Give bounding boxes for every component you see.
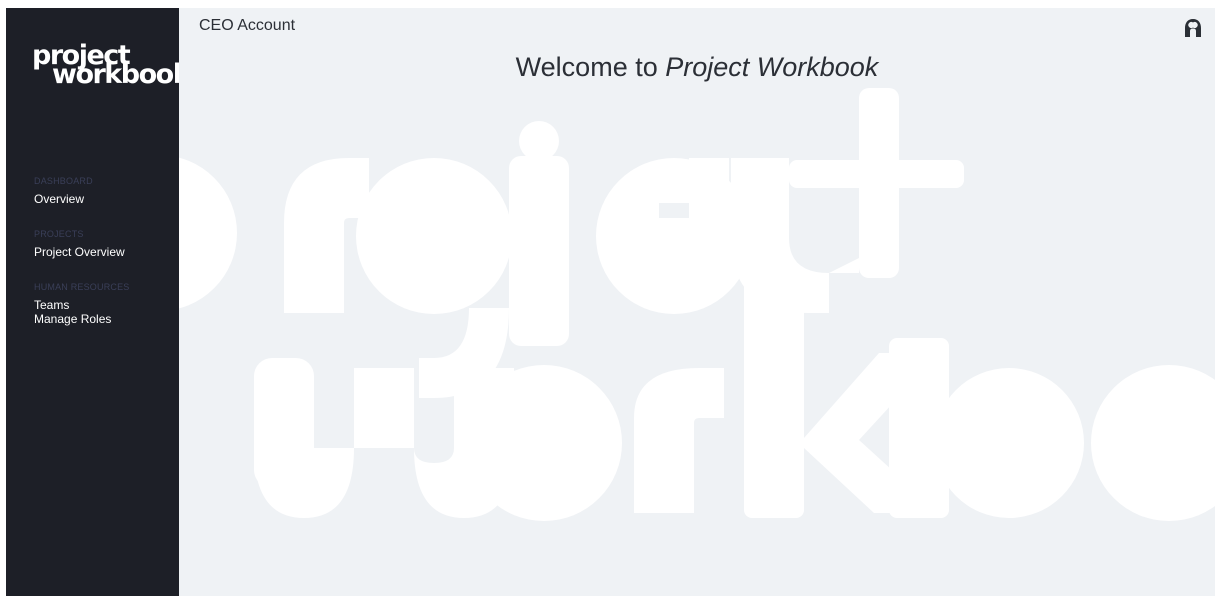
nav-header-human-resources: HUMAN RESOURCES — [34, 282, 130, 292]
welcome-app-name: Project Workbook — [665, 52, 879, 82]
nav-section-human-resources: HUMAN RESOURCES Teams Manage Roles — [34, 282, 130, 326]
sidebar-item-project-overview[interactable]: Project Overview — [34, 245, 125, 259]
sidebar-item-manage-roles[interactable]: Manage Roles — [34, 312, 130, 326]
nav-header-dashboard: DASHBOARD — [34, 176, 93, 186]
nav-section-dashboard: DASHBOARD Overview — [34, 176, 93, 206]
account-label: CEO Account — [199, 17, 296, 34]
app-logo[interactable]: project workbook — [32, 42, 191, 92]
welcome-prefix: Welcome to — [515, 52, 666, 82]
user-avatar-icon[interactable] — [1183, 18, 1203, 38]
app-window: project workbook DASHBOARD Overview PROJ… — [6, 8, 1215, 596]
sidebar: project workbook DASHBOARD Overview PROJ… — [6, 8, 191, 596]
sidebar-item-overview[interactable]: Overview — [34, 192, 93, 206]
nav-header-projects: PROJECTS — [34, 229, 84, 239]
welcome-heading: Welcome to Project Workbook — [179, 52, 1215, 83]
nav-section-projects: PROJECTS Project Overview — [34, 229, 125, 259]
watermark-logo — [179, 88, 1215, 521]
sidebar-item-teams[interactable]: Teams — [34, 298, 130, 312]
main-content: CEO Account Welcome to Project Workbook — [179, 8, 1215, 596]
logo-text-workbook: workbook — [52, 59, 191, 90]
